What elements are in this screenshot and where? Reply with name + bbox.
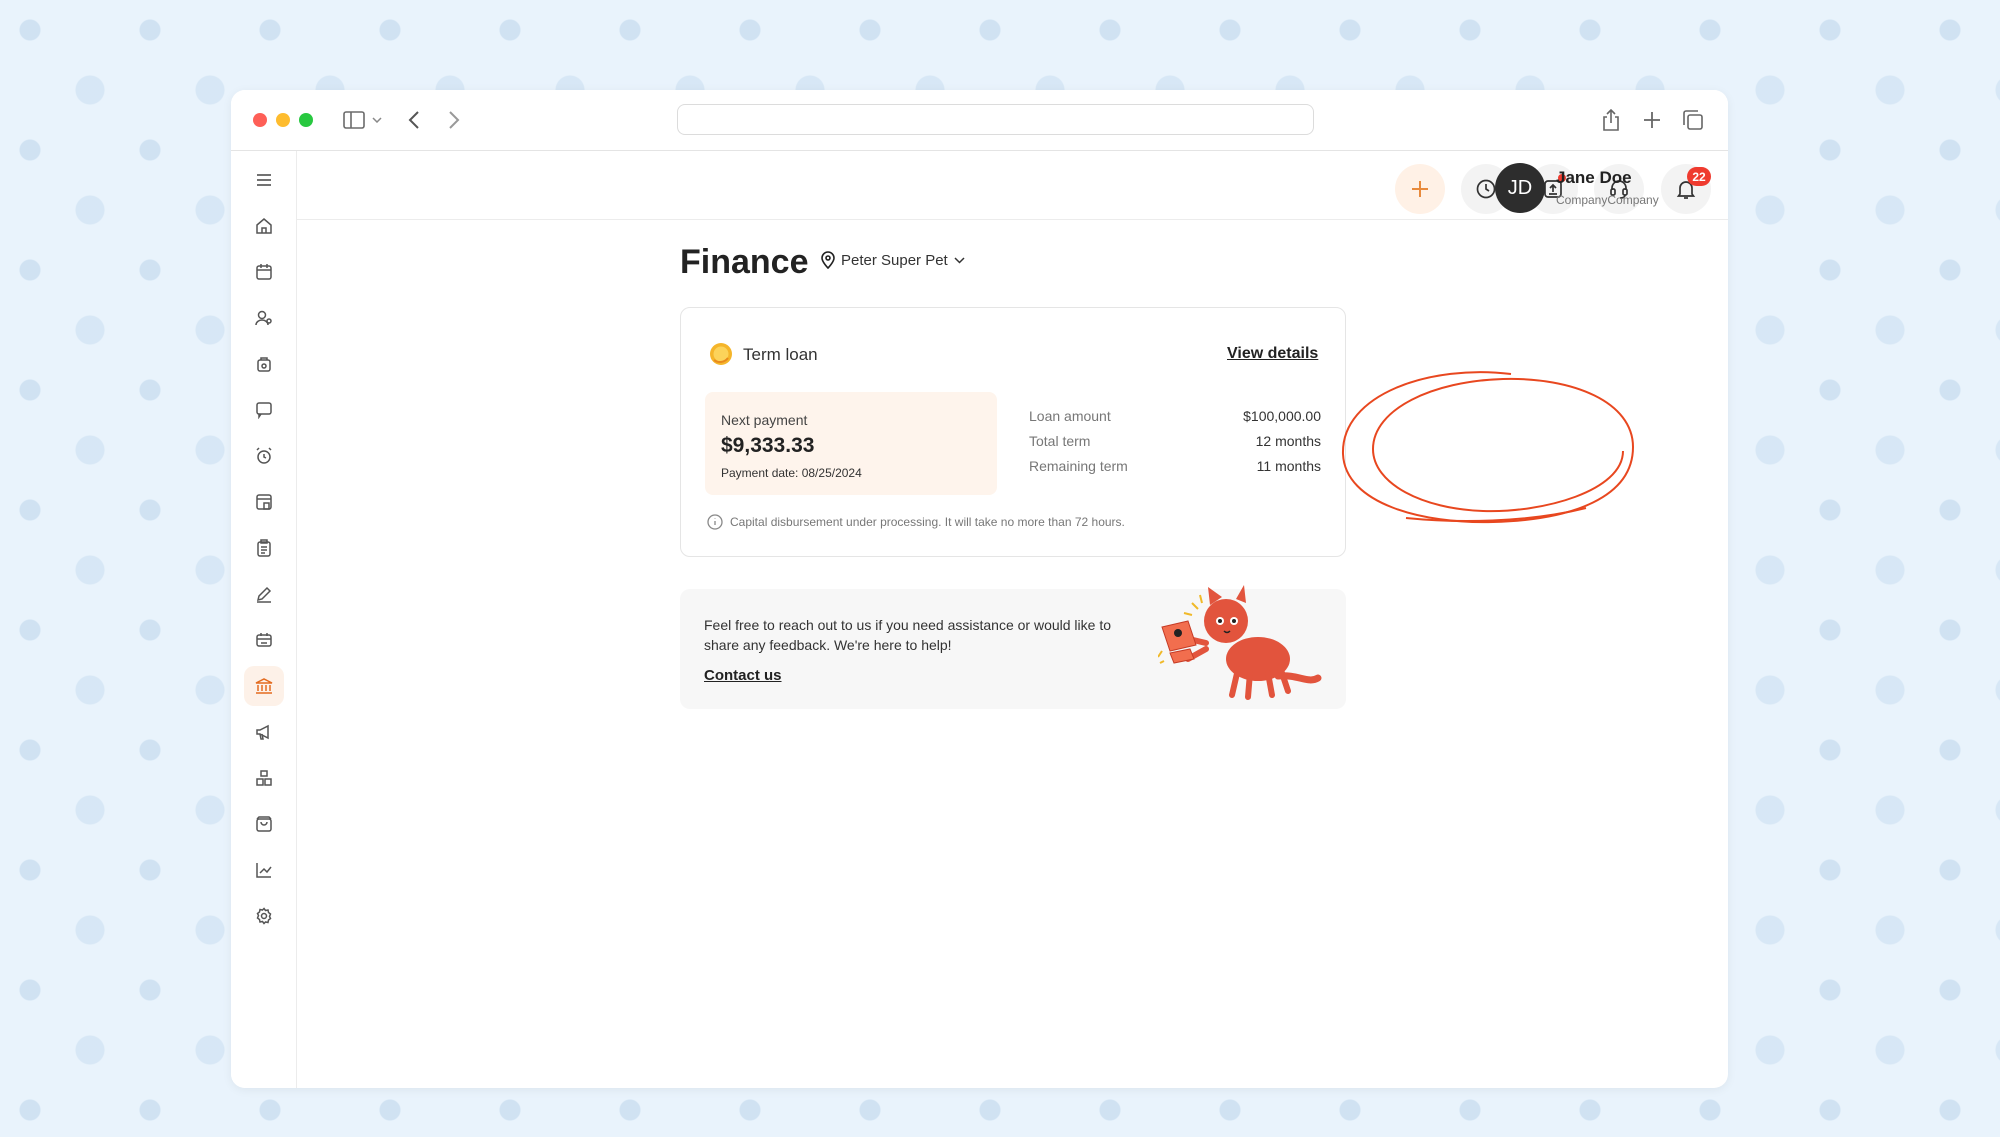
settings-icon[interactable] xyxy=(244,896,284,936)
view-details-link[interactable]: View details xyxy=(1227,345,1318,363)
coin-icon xyxy=(710,343,732,365)
loan-amount-label: Loan amount xyxy=(1029,408,1111,424)
megaphone-icon[interactable] xyxy=(244,712,284,752)
remaining-term-value: 11 months xyxy=(1256,458,1321,474)
app-sidebar xyxy=(231,151,297,1088)
help-card: Feel free to reach out to us if you need… xyxy=(680,585,1346,709)
notifications-button[interactable]: 22 xyxy=(1661,164,1711,214)
page-title: Finance xyxy=(680,243,809,281)
info-icon xyxy=(707,514,723,530)
location-pin-icon xyxy=(821,251,835,269)
alarm-icon[interactable] xyxy=(244,436,284,476)
store-icon[interactable] xyxy=(244,482,284,522)
create-button[interactable] xyxy=(1395,164,1445,214)
total-term-label: Total term xyxy=(1029,433,1091,449)
bank-icon[interactable] xyxy=(244,666,284,706)
clipboard-icon[interactable] xyxy=(244,528,284,568)
back-icon[interactable] xyxy=(401,108,427,132)
close-window-button[interactable] xyxy=(253,113,267,127)
notification-count-badge: 22 xyxy=(1687,167,1711,186)
next-payment-amount: $9,333.33 xyxy=(721,434,815,457)
next-payment-label: Next payment xyxy=(721,412,808,428)
remaining-term-label: Remaining term xyxy=(1029,458,1128,474)
chevron-down-icon xyxy=(954,256,965,264)
loan-amount-value: $100,000.00 xyxy=(1243,408,1321,424)
boxes-icon[interactable] xyxy=(244,758,284,798)
total-term-value: 12 months xyxy=(1255,433,1321,449)
minimize-window-button[interactable] xyxy=(276,113,290,127)
tabs-overview-icon[interactable] xyxy=(1680,108,1706,132)
home-icon[interactable] xyxy=(244,206,284,246)
location-selector[interactable]: Peter Super Pet xyxy=(821,251,965,269)
booking-icon[interactable] xyxy=(244,620,284,660)
address-bar[interactable] xyxy=(677,104,1314,135)
message-icon[interactable] xyxy=(244,390,284,430)
contact-us-link[interactable]: Contact us xyxy=(704,667,782,684)
payment-date: Payment date: 08/25/2024 xyxy=(721,466,862,480)
user-company: CompanyCompany xyxy=(1556,193,1659,207)
forward-icon[interactable] xyxy=(441,108,467,132)
zoom-window-button[interactable] xyxy=(299,113,313,127)
edit-icon[interactable] xyxy=(244,574,284,614)
disbursement-info: Capital disbursement under processing. I… xyxy=(707,514,1125,530)
cat-illustration xyxy=(1158,585,1322,700)
disbursement-info-text: Capital disbursement under processing. I… xyxy=(730,515,1125,529)
share-icon[interactable] xyxy=(1598,108,1624,132)
browser-window: 22 JD Jane Doe CompanyCompany Finance Pe… xyxy=(231,90,1728,1088)
browser-titlebar xyxy=(231,90,1728,151)
new-tab-icon[interactable] xyxy=(1639,108,1665,132)
shopping-bag-icon[interactable] xyxy=(244,804,284,844)
menu-icon[interactable] xyxy=(244,160,284,200)
calendar-icon[interactable] xyxy=(244,252,284,292)
help-text: Feel free to reach out to us if you need… xyxy=(704,617,1112,653)
user-avatar[interactable]: JD xyxy=(1495,163,1545,213)
chevron-down-icon[interactable] xyxy=(370,108,384,132)
user-name[interactable]: Jane Doe xyxy=(1556,168,1632,188)
pet-bag-icon[interactable] xyxy=(244,344,284,384)
loan-title: Term loan xyxy=(743,345,818,364)
annotation-circle xyxy=(1341,371,1635,524)
next-payment-box: Next payment $9,333.33 Payment date: 08/… xyxy=(705,392,997,495)
location-name: Peter Super Pet xyxy=(841,251,948,269)
chart-icon[interactable] xyxy=(244,850,284,890)
app-topbar: 22 JD Jane Doe CompanyCompany xyxy=(297,151,1728,220)
sidebar-toggle-icon[interactable] xyxy=(341,108,367,132)
term-loan-card: Term loan View details Next payment $9,3… xyxy=(680,307,1346,557)
clients-icon[interactable] xyxy=(244,298,284,338)
